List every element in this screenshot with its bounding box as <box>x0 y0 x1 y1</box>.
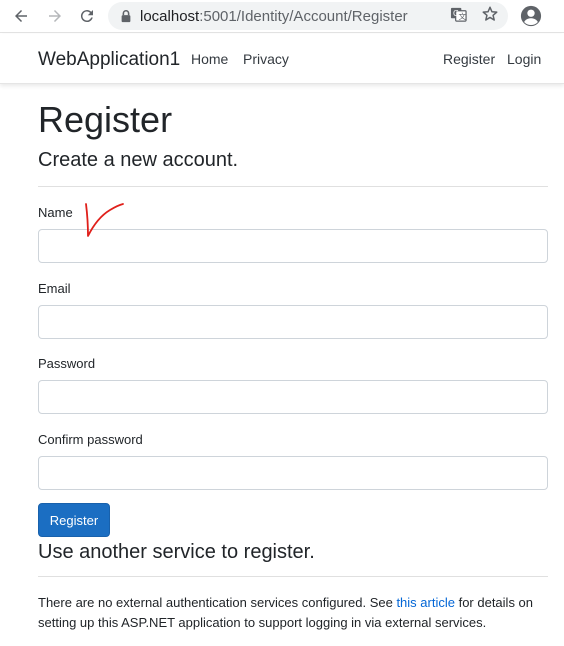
email-input[interactable] <box>38 305 548 339</box>
nav-privacy-link[interactable]: Privacy <box>243 51 289 67</box>
browser-toolbar: localhost:5001/Identity/Account/Register… <box>0 0 564 33</box>
back-arrow-icon[interactable] <box>10 5 32 27</box>
password-input[interactable] <box>38 380 548 414</box>
nav-home-link[interactable]: Home <box>191 51 228 67</box>
lock-icon[interactable] <box>119 9 133 23</box>
url-text: localhost:5001/Identity/Account/Register <box>140 8 408 25</box>
svg-text:文: 文 <box>458 11 466 21</box>
external-login-title: Use another service to register. <box>38 541 315 563</box>
confirm-password-label: Confirm password <box>38 432 143 447</box>
brand-link[interactable]: WebApplication1 <box>38 49 180 71</box>
site-navbar: WebApplication1 Home Privacy Register Lo… <box>0 34 564 84</box>
reload-icon[interactable] <box>76 5 98 27</box>
profile-icon[interactable] <box>520 5 542 27</box>
forward-arrow-icon[interactable] <box>44 5 66 27</box>
email-label: Email <box>38 281 71 296</box>
nav-register-link[interactable]: Register <box>443 51 495 67</box>
name-label: Name <box>38 205 73 220</box>
checkmark-annotation-icon <box>85 203 124 237</box>
page-title: Register <box>38 99 173 140</box>
nav-login-link[interactable]: Login <box>507 51 541 67</box>
confirm-password-input[interactable] <box>38 456 548 490</box>
star-icon[interactable] <box>481 5 499 23</box>
divider <box>38 576 548 577</box>
external-login-info: There are no external authentication ser… <box>38 593 553 633</box>
url-path: :5001/Identity/Account/Register <box>199 8 408 25</box>
url-host: localhost <box>140 8 200 25</box>
password-label: Password <box>38 356 96 371</box>
this-article-link[interactable]: this article <box>396 595 455 610</box>
info-text-before: There are no external authentication ser… <box>38 595 397 610</box>
translate-icon[interactable]: G 文 <box>449 5 467 23</box>
divider <box>38 186 548 187</box>
page-subtitle: Create a new account. <box>38 149 239 171</box>
register-submit-button[interactable]: Register <box>38 503 110 537</box>
address-bar[interactable]: localhost:5001/Identity/Account/Register <box>108 2 508 30</box>
